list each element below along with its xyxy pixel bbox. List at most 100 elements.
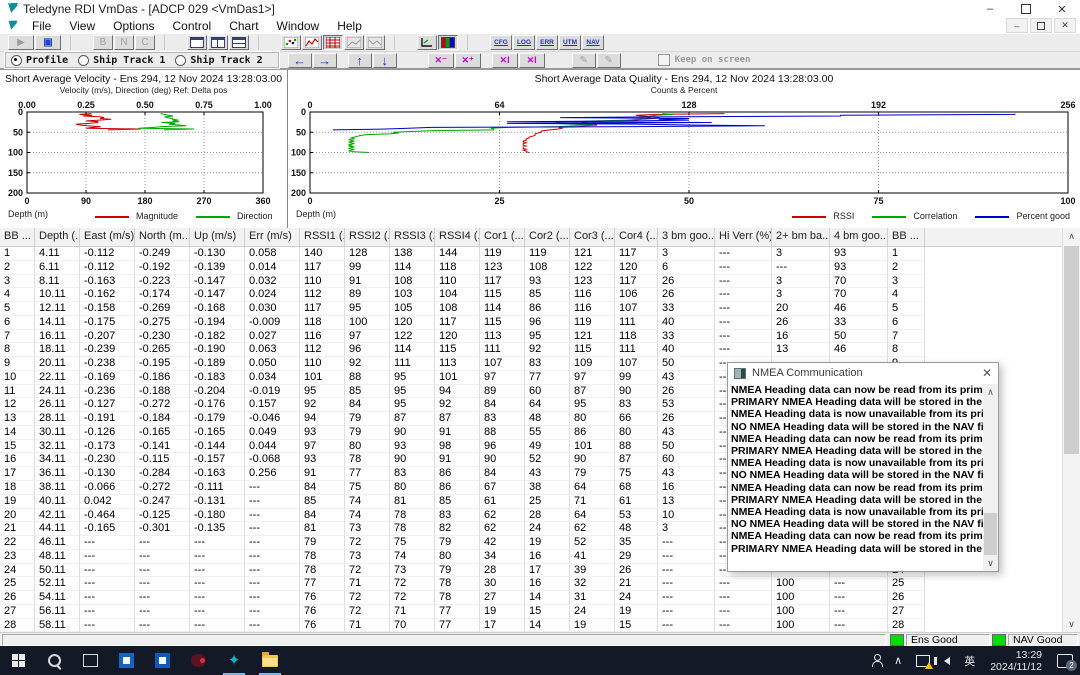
nb-data-button[interactable]: N — [114, 35, 134, 50]
menu-file[interactable]: File — [23, 19, 60, 33]
table-cell: 62 — [570, 522, 615, 536]
radio-ship-track-2[interactable]: Ship Track 2 — [175, 55, 262, 66]
keep-on-screen-checkbox[interactable] — [658, 54, 670, 66]
table-cell: 86 — [570, 426, 615, 440]
layout-hsplit-button[interactable] — [229, 35, 249, 50]
start-button[interactable] — [0, 646, 36, 675]
x-scale-decrease-button[interactable]: ✕⁻ — [428, 53, 454, 68]
line-chart-button[interactable] — [302, 35, 322, 50]
table-cell: 110 — [300, 357, 345, 371]
data-grid-button[interactable] — [323, 35, 343, 50]
prev-ensemble-button[interactable]: ← — [288, 53, 312, 68]
maximize-button[interactable] — [1008, 0, 1044, 18]
ime-indicator[interactable]: 英 — [957, 646, 982, 675]
play-button[interactable]: ▶ — [8, 35, 34, 50]
table-cell: 80 — [615, 426, 658, 440]
utm-file-button[interactable]: UTM — [559, 35, 581, 50]
x-scale-increase-button[interactable]: ✕⁺ — [455, 53, 481, 68]
close-button[interactable]: ✕ — [1044, 0, 1080, 18]
scrollbar-down-icon[interactable]: ∨ — [983, 555, 998, 571]
bt-data-button[interactable]: C — [135, 35, 155, 50]
color-grid-button[interactable] — [438, 35, 458, 50]
table-cell: -0.190 — [190, 343, 245, 357]
layout-split-button[interactable] — [208, 35, 228, 50]
table-row[interactable]: 2858.11------------7671707717141915-----… — [0, 619, 1062, 632]
search-button[interactable] — [36, 646, 72, 675]
monitor-button[interactable]: ▣ — [35, 35, 61, 50]
scatter-chart-button[interactable] — [281, 35, 301, 50]
table-row[interactable]: 818.11-0.239-0.265-0.1900.06311296114115… — [0, 343, 1062, 357]
reset-axes-button[interactable] — [417, 35, 437, 50]
table-row[interactable]: 512.11-0.158-0.269-0.1680.03011795105108… — [0, 302, 1062, 316]
table-cell: 40 — [658, 343, 715, 357]
menu-control[interactable]: Control — [164, 19, 221, 33]
mdi-restore-button[interactable] — [1030, 18, 1052, 33]
notification-button[interactable]: 2 — [1050, 646, 1080, 675]
taskbar-file-explorer[interactable] — [252, 646, 288, 675]
scroll-down-button[interactable]: ↓ — [373, 53, 397, 68]
table-scrollbar[interactable]: ∧ ∨ — [1062, 228, 1080, 632]
dialog-title-bar[interactable]: NMEA Communication ✕ — [728, 363, 998, 383]
menu-options[interactable]: Options — [104, 19, 163, 33]
table-row[interactable]: 14.11-0.112-0.249-0.1300.058140128138144… — [0, 247, 1062, 261]
table-cell: -0.009 — [245, 316, 300, 330]
table-cell: 91 — [345, 275, 390, 289]
mdi-minimize-button[interactable]: – — [1006, 18, 1028, 33]
taskbar-vmdas[interactable]: ✦ — [216, 646, 252, 675]
volume-button[interactable] — [937, 646, 957, 675]
contour-chart-button[interactable] — [365, 35, 385, 50]
layout-single-button[interactable] — [187, 35, 207, 50]
people-button[interactable] — [865, 646, 887, 675]
err-file-button[interactable]: ERR — [536, 35, 558, 50]
table-cell: -0.115 — [135, 453, 190, 467]
scrollbar-up-icon[interactable]: ∧ — [1063, 228, 1080, 244]
table-cell: 80 — [435, 550, 480, 564]
table-row[interactable]: 38.11-0.163-0.223-0.1470.032110911081101… — [0, 275, 1062, 289]
y-scale-decrease-button[interactable]: ✕I — [519, 53, 545, 68]
y-scale-increase-button[interactable]: ✕I — [492, 53, 518, 68]
mdi-child-icon[interactable] — [7, 20, 18, 31]
table-row[interactable]: 410.11-0.162-0.174-0.1470.02411289103104… — [0, 288, 1062, 302]
tray-expand-button[interactable]: ∧ — [887, 646, 909, 675]
taskbar-clock[interactable]: 13:29 2024/11/12 — [982, 649, 1050, 673]
scrollbar-up-icon[interactable]: ∧ — [983, 384, 998, 400]
scrollbar-down-icon[interactable]: ∨ — [1063, 616, 1080, 632]
radio-ship-track-1[interactable]: Ship Track 1 — [78, 55, 165, 66]
menu-window[interactable]: Window — [268, 19, 329, 33]
table-row[interactable]: 716.11-0.207-0.230-0.1820.02711697122120… — [0, 330, 1062, 344]
menu-view[interactable]: View — [60, 19, 104, 33]
scrollbar-thumb[interactable] — [984, 513, 997, 555]
network-button[interactable] — [909, 646, 937, 675]
pan-right-button[interactable]: ✎ — [597, 53, 621, 68]
minimize-button[interactable]: – — [972, 0, 1008, 18]
taskbar-app-2[interactable] — [144, 646, 180, 675]
legend-item: Magnitude — [95, 211, 178, 221]
table-row[interactable]: 614.11-0.175-0.275-0.194-0.0091181001201… — [0, 316, 1062, 330]
log-file-button[interactable]: LOG — [513, 35, 535, 50]
taskbar-app-3[interactable] — [180, 646, 216, 675]
table-cell: 53 — [658, 398, 715, 412]
profile-chart-button[interactable] — [344, 35, 364, 50]
next-ensemble-button[interactable]: → — [313, 53, 337, 68]
mdi-close-button[interactable]: ✕ — [1054, 18, 1076, 33]
dialog-close-icon[interactable]: ✕ — [982, 366, 992, 380]
cfg-file-button[interactable]: CFG — [490, 35, 512, 50]
task-view-button[interactable] — [72, 646, 108, 675]
table-row[interactable]: 2552.11------------7771727830163221-----… — [0, 577, 1062, 591]
scrollbar-thumb[interactable] — [1064, 246, 1079, 454]
table-cell: 85 — [525, 288, 570, 302]
table-row[interactable]: 2756.11------------7672717719152419-----… — [0, 605, 1062, 619]
scroll-up-button[interactable]: ↑ — [348, 53, 372, 68]
table-row[interactable]: 2654.11------------7672727827143124-----… — [0, 591, 1062, 605]
radio-profile[interactable]: Profile — [11, 55, 68, 66]
pan-left-button[interactable]: ✎ — [572, 53, 596, 68]
bb-data-button[interactable]: B — [93, 35, 113, 50]
dialog-scrollbar[interactable]: ∧ ∨ — [983, 384, 998, 571]
table-cell: 62 — [480, 509, 525, 523]
taskbar-app-1[interactable] — [108, 646, 144, 675]
table-row[interactable]: 26.11-0.112-0.192-0.1390.014117991141181… — [0, 261, 1062, 275]
nav-file-button[interactable]: NAV — [582, 35, 604, 50]
table-cell: 95 — [390, 371, 435, 385]
menu-help[interactable]: Help — [328, 19, 371, 33]
menu-chart[interactable]: Chart — [220, 19, 267, 33]
